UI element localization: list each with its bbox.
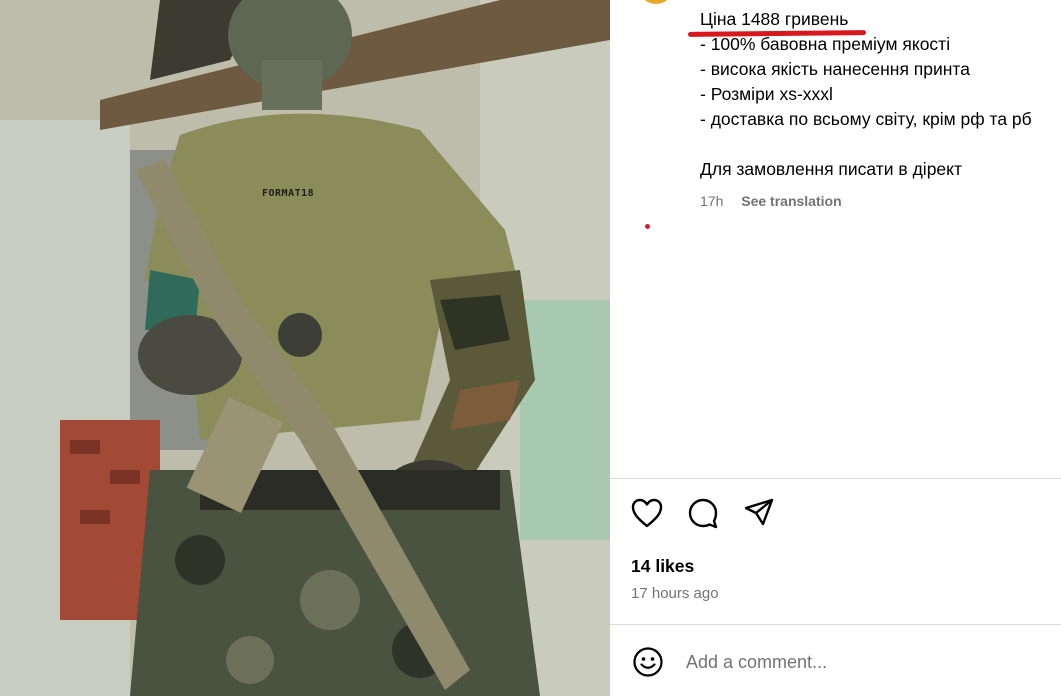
caption-line: - висока якість нанесення принта	[700, 59, 970, 79]
comment-icon	[688, 498, 718, 529]
caption-line-order: Для замовлення писати в дірект	[700, 159, 963, 179]
caption-line: - Розміри xs-xxxl	[700, 84, 833, 104]
post-photo[interactable]: FORMAT18	[0, 0, 610, 696]
see-translation-link[interactable]: See translation	[741, 193, 841, 209]
share-icon	[744, 498, 774, 526]
photo-illustration	[0, 0, 610, 696]
divider	[610, 624, 1061, 625]
likes-count[interactable]: 14 likes	[631, 556, 694, 577]
like-button[interactable]	[630, 495, 664, 531]
caption-time[interactable]: 17h	[700, 193, 723, 209]
post-actions	[630, 495, 776, 531]
caption-meta: 17h See translation	[700, 193, 842, 209]
heart-icon	[631, 498, 663, 528]
caption-line-price: Ціна 1488 гривень	[687, 7, 1060, 37]
post-details-panel: Ціна 1488 гривень - 100% бавовна преміум…	[610, 0, 1061, 696]
post-timestamp[interactable]: 17 hours ago	[631, 585, 719, 602]
emoji-button[interactable]	[630, 644, 666, 680]
notification-dot	[645, 224, 650, 229]
comment-button[interactable]	[686, 495, 720, 531]
price-label: Ціна 1488 гривень	[700, 9, 849, 29]
price-text: Ціна 1488 гривень	[687, 7, 867, 37]
author-avatar[interactable]	[638, 0, 674, 4]
shirt-logo: FORMAT18	[262, 188, 315, 199]
emoji-icon	[633, 647, 663, 677]
comment-input[interactable]	[686, 651, 1016, 673]
divider	[610, 478, 1061, 479]
post-caption: Ціна 1488 гривень - 100% бавовна преміум…	[687, 7, 1060, 182]
caption-line: - доставка по всьому світу, крім рф та р…	[700, 109, 1032, 129]
comment-composer	[630, 642, 1050, 682]
share-button[interactable]	[742, 495, 776, 531]
